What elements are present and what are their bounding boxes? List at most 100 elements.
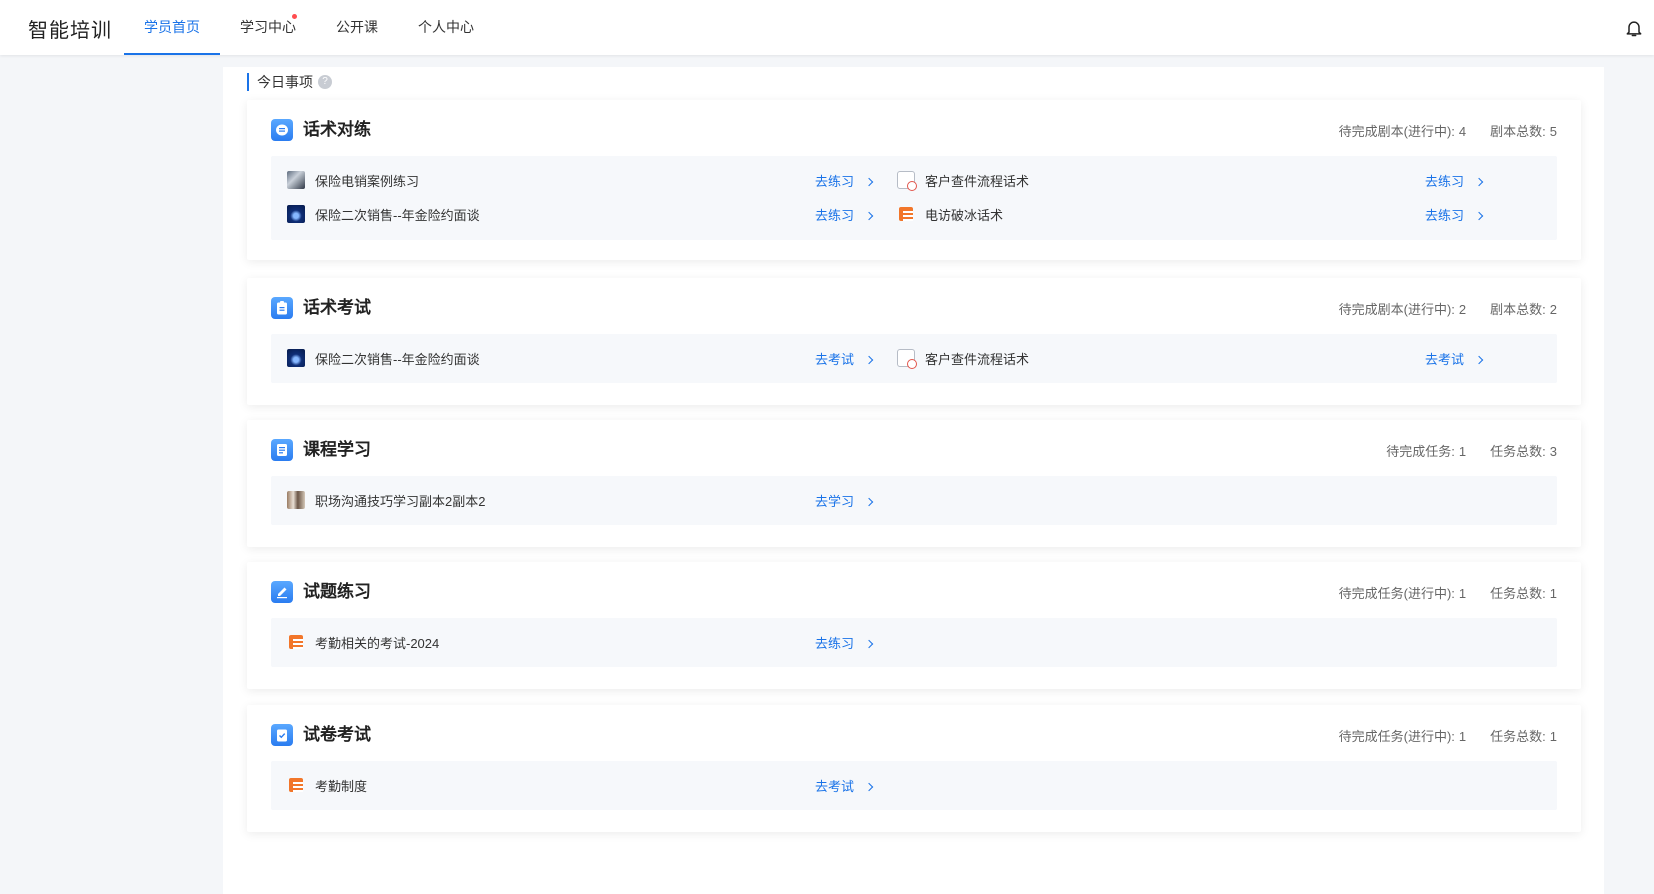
clipboard-icon (271, 297, 293, 319)
practice-link[interactable]: 去练习 (1425, 171, 1484, 190)
list-item: 客户查件流程话术 去练习 (881, 162, 1521, 198)
card-title: 话术对练 (303, 120, 371, 139)
exam-link[interactable]: 去考试 (1425, 349, 1484, 368)
list-item: 考勤制度 去考试 (271, 767, 911, 803)
course-thumbnail (287, 491, 305, 509)
list-doc-icon (899, 207, 913, 221)
stat-label: 待完成任务(进行中): (1338, 729, 1455, 744)
edit-icon (271, 581, 293, 603)
stat-label: 剧本总数: (1490, 124, 1546, 139)
link-label: 去考试 (815, 351, 855, 367)
stat-label: 待完成剧本(进行中): (1338, 124, 1455, 139)
item-list: 职场沟通技巧学习副本2副本2 去学习 (271, 476, 1557, 525)
tab-student-home[interactable]: 学员首页 (124, 0, 220, 55)
tab-personal-center[interactable]: 个人中心 (398, 0, 494, 55)
item-name: 考勤制度 (315, 778, 368, 794)
item-name: 保险二次销售--年金险约面谈 (315, 207, 480, 223)
card-header: 话术考试 待完成剧本(进行中): 2 剧本总数: 2 (271, 296, 1557, 320)
study-link[interactable]: 去学习 (815, 491, 874, 510)
app-title: 智能培训 (28, 20, 112, 42)
card-stats: 待完成剧本(进行中): 2 剧本总数: 2 (1339, 299, 1557, 318)
chat-icon (271, 119, 293, 141)
practice-link[interactable]: 去练习 (815, 633, 874, 652)
link-label: 去练习 (815, 173, 855, 189)
stat-label: 任务总数: (1490, 586, 1546, 601)
list-item: 考勤相关的考试-2024 去练习 (271, 624, 911, 660)
card-title: 课程学习 (303, 440, 371, 459)
card-title: 试卷考试 (303, 725, 371, 744)
list-doc-icon (289, 778, 303, 792)
card-header: 课程学习 待完成任务: 1 任务总数: 3 (271, 438, 1557, 462)
stat-pending: 待完成剧本(进行中): 4 (1339, 121, 1467, 140)
card-script-exam: 话术考试 待完成剧本(进行中): 2 剧本总数: 2 保险二次销售--年金险约面谈 … (247, 278, 1581, 405)
tab-label: 公开课 (336, 19, 378, 35)
card-header: 试题练习 待完成任务(进行中): 1 任务总数: 1 (271, 580, 1557, 604)
main-content: 今日事项 ? 话术对练 待完成剧本(进行中): 4 剧本总数: 5 保险电销案例练习… (223, 67, 1604, 894)
chevron-right-icon (864, 177, 874, 186)
tab-label: 学员首页 (144, 19, 200, 35)
item-name: 客户查件流程话术 (925, 351, 1030, 367)
stat-value: 4 (1458, 124, 1467, 139)
today-tasks-title: 今日事项 (257, 74, 313, 90)
practice-link[interactable]: 去练习 (815, 171, 874, 190)
item-name: 职场沟通技巧学习副本2副本2 (315, 493, 486, 509)
stat-value: 1 (1458, 586, 1467, 601)
card-course-study: 课程学习 待完成任务: 1 任务总数: 3 职场沟通技巧学习副本2副本2 去学习 (247, 420, 1581, 547)
stat-label: 任务总数: (1490, 729, 1546, 744)
bell-icon[interactable] (1624, 18, 1644, 38)
tab-label: 学习中心 (240, 19, 296, 35)
document-icon (271, 439, 293, 461)
link-label: 去练习 (1425, 207, 1465, 223)
card-stats: 待完成任务(进行中): 1 任务总数: 1 (1339, 726, 1557, 745)
stat-value: 3 (1549, 444, 1557, 459)
stat-total: 任务总数: 3 (1490, 441, 1557, 460)
card-stats: 待完成任务: 1 任务总数: 3 (1386, 441, 1557, 460)
chevron-right-icon (1474, 355, 1484, 364)
notification-dot (292, 14, 297, 19)
item-name: 客户查件流程话术 (925, 173, 1030, 189)
stat-label: 待完成任务(进行中): (1338, 586, 1455, 601)
item-list: 保险电销案例练习 去练习 客户查件流程话术 去练习 保险二次销售--年金险约面谈… (271, 156, 1557, 240)
card-header: 话术对练 待完成剧本(进行中): 4 剧本总数: 5 (271, 118, 1557, 142)
course-thumbnail (287, 349, 305, 367)
tab-open-course[interactable]: 公开课 (316, 0, 398, 55)
chevron-right-icon (864, 497, 874, 506)
exam-link[interactable]: 去考试 (815, 776, 874, 795)
chevron-right-icon (864, 355, 874, 364)
card-title: 话术考试 (303, 298, 371, 317)
item-list: 保险二次销售--年金险约面谈 去考试 客户查件流程话术 去考试 (271, 334, 1557, 383)
help-icon[interactable]: ? (318, 75, 332, 89)
tab-learning-center[interactable]: 学习中心 (220, 0, 316, 55)
practice-link[interactable]: 去练习 (815, 205, 874, 224)
link-label: 去考试 (815, 778, 855, 794)
list-item: 职场沟通技巧学习副本2副本2 去学习 (271, 482, 911, 518)
list-doc-icon (289, 635, 303, 649)
item-list: 考勤制度 去考试 (271, 761, 1557, 810)
item-name: 保险二次销售--年金险约面谈 (315, 351, 480, 367)
link-label: 去练习 (815, 207, 855, 223)
item-list: 考勤相关的考试-2024 去练习 (271, 618, 1557, 667)
today-tasks-heading: 今日事项 ? (247, 73, 332, 91)
stat-total: 剧本总数: 2 (1490, 299, 1557, 318)
list-item: 客户查件流程话术 去考试 (881, 340, 1521, 376)
item-name: 电访破冰话术 (925, 207, 1004, 223)
practice-link[interactable]: 去练习 (1425, 205, 1484, 224)
card-stats: 待完成任务(进行中): 1 任务总数: 1 (1339, 583, 1557, 602)
card-title: 试题练习 (303, 582, 371, 601)
list-item: 保险二次销售--年金险约面谈 去练习 (271, 196, 911, 232)
link-label: 去学习 (815, 493, 855, 509)
item-name: 保险电销案例练习 (315, 173, 420, 189)
exam-link[interactable]: 去考试 (815, 349, 874, 368)
stat-label: 剧本总数: (1490, 302, 1546, 317)
stat-total: 剧本总数: 5 (1490, 121, 1557, 140)
calendar-icon (897, 349, 917, 369)
stat-label: 待完成剧本(进行中): (1338, 302, 1455, 317)
stat-value: 1 (1549, 729, 1557, 744)
link-label: 去考试 (1425, 351, 1465, 367)
link-label: 去练习 (1425, 173, 1465, 189)
main-nav: 学员首页 学习中心 公开课 个人中心 (124, 0, 494, 55)
calendar-icon (897, 171, 917, 191)
stat-total: 任务总数: 1 (1490, 726, 1557, 745)
stat-value: 2 (1458, 302, 1467, 317)
stat-value: 2 (1549, 302, 1557, 317)
